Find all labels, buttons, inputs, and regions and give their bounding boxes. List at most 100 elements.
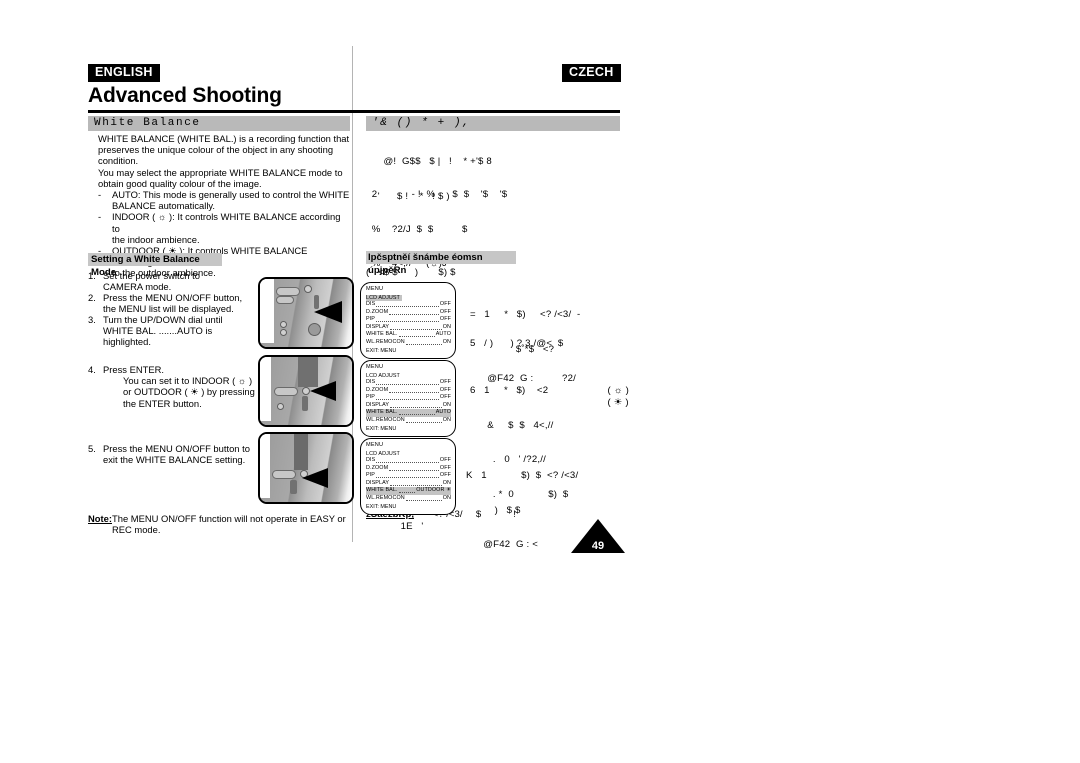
- enter-button: [302, 396, 308, 411]
- camera-hole-3: [280, 329, 287, 336]
- menu-value: ON: [442, 401, 451, 408]
- czech-step-line: & $ $ 4<,//: [470, 419, 554, 431]
- menu-title: MENU: [366, 442, 384, 448]
- pointer-arrow: [302, 468, 328, 488]
- camera-button-oval-2: [276, 296, 294, 304]
- menu-dots: [376, 472, 439, 479]
- intro-line: obtain good quality colour of the image.: [98, 177, 262, 189]
- menu-label: D.ZOOM: [366, 386, 389, 393]
- outdoor-icon: ( ☀ ): [607, 396, 629, 408]
- menu-item-dis[interactable]: DIS OFF: [366, 457, 451, 465]
- menu-dots: [405, 339, 442, 345]
- menu-item-lcd-adjust[interactable]: LCD ADJUST: [366, 451, 451, 458]
- step-4: 4. Press ENTER. You can set it to INDOOR…: [88, 364, 258, 409]
- menu-value: ON: [442, 494, 451, 501]
- czech-step-line: 6 1 * $) <2: [470, 385, 549, 396]
- step-text: Press the MENU ON/OFF button, the MENU l…: [103, 292, 258, 314]
- menu-label: WHITE BAL.: [366, 331, 398, 338]
- intro-line: WHITE BALANCE (WHITE BAL.) is a recordin…: [98, 133, 350, 144]
- step-sub-line: You can set it to INDOOR ( ☼ ): [123, 375, 253, 387]
- czech-body-line: 2 - ! % $ $ '$ '$: [366, 189, 508, 200]
- step-number: 5.: [88, 443, 96, 454]
- bullet-line: AUTO: This mode is generally used to con…: [112, 189, 350, 201]
- menu-label: DIS: [366, 457, 376, 464]
- czech-body-line: % ?2/J $ $ $: [366, 223, 468, 235]
- sub-heading-english: Setting a White Balance Mode: [88, 253, 222, 278]
- camcorder-photo-3: [258, 432, 354, 504]
- menu-label: PIP: [366, 472, 375, 479]
- menu-item-dis[interactable]: DIS OFF: [366, 379, 451, 387]
- menu-value: OFF: [439, 472, 451, 479]
- menu-item-display[interactable]: DISPLAY ON: [366, 324, 451, 332]
- menu-label: DISPLAY: [366, 401, 390, 408]
- step-line: Press ENTER.: [103, 364, 164, 375]
- menu-label: PIP: [366, 316, 375, 323]
- menu-title: MENU: [366, 286, 384, 292]
- menu-value: OFF: [439, 301, 451, 308]
- photo-edge: [260, 279, 274, 343]
- menu-label: PIP: [366, 394, 375, 401]
- menu-value: OFF: [439, 386, 451, 393]
- menu-item-pip[interactable]: PIP OFF: [366, 394, 451, 402]
- manual-page: ENGLISH CZECH Advanced Shooting White Ba…: [0, 0, 1080, 763]
- menu-item-white-bal[interactable]: WHITE BAL. OUTDOOR ☀: [366, 487, 451, 495]
- lcd-menu-screen-3: MENU LCD ADJUST DIS OFF D.ZOOM OFF PIP O…: [360, 438, 456, 515]
- menu-item-wl-remocon[interactable]: WL.REMOCON ON: [366, 417, 451, 425]
- menu-item-white-bal[interactable]: WHITE BAL. AUTO: [366, 331, 451, 339]
- menu-value: ON: [442, 416, 451, 423]
- step-text: Turn the UP/DOWN dial until WHITE BAL. .…: [103, 314, 258, 348]
- menu-item-display[interactable]: DISPLAY ON: [366, 480, 451, 488]
- bullet-dash: -: [98, 189, 102, 201]
- language-badge-czech: CZECH: [562, 64, 621, 82]
- menu-label: WHITE BAL.: [366, 487, 398, 494]
- czech-step-line: @F42 G : <: [466, 539, 539, 550]
- menu-item-wl-remocon[interactable]: WL.REMOCON ON: [366, 339, 451, 347]
- step-number: 4.: [88, 364, 96, 375]
- menu-value: OUTDOOR ☀: [416, 487, 451, 494]
- menu-item-lcd-adjust[interactable]: LCD ADJUST: [366, 373, 451, 380]
- step-sub-line: or OUTDOOR ( ☀ ) by pressing: [123, 386, 255, 398]
- menu-dots: [405, 417, 442, 423]
- step-5: 5. Press the MENU ON/OFF button to exit …: [88, 443, 258, 465]
- menu-item-white-bal[interactable]: WHITE BAL. AUTO: [366, 409, 451, 417]
- pointer-arrow: [310, 381, 336, 401]
- menu-dots: [389, 309, 439, 315]
- menu-label: D.ZOOM: [366, 464, 389, 471]
- menu-item-wl-remocon[interactable]: WL.REMOCON ON: [366, 495, 451, 503]
- bullet-indoor: - INDOOR ( ☼ ): It controls WHITE BALANC…: [98, 211, 350, 245]
- intro-line: You may select the appropriate WHITE BAL…: [98, 166, 343, 178]
- menu-dots: [390, 324, 442, 330]
- czech-note-text-2: 1E ': [392, 521, 424, 532]
- note-text: The MENU ON/OFF function will not operat…: [112, 513, 350, 535]
- camera-button-oval: [276, 287, 300, 296]
- step-line: Turn the UP/DOWN dial until: [103, 314, 223, 325]
- step-text: Press ENTER. You can set it to INDOOR ( …: [103, 364, 258, 409]
- step-text: Set the power switch to CAMERA mode.: [103, 270, 258, 292]
- menu-dots: [389, 465, 439, 471]
- menu-item-dzoom[interactable]: D.ZOOM OFF: [366, 309, 451, 317]
- menu-item-dzoom[interactable]: D.ZOOM OFF: [366, 465, 451, 473]
- menu-item-pip[interactable]: PIP OFF: [366, 472, 451, 480]
- step-line: WHITE BAL. .......AUTO is highlighted.: [103, 325, 213, 348]
- menu-item-pip[interactable]: PIP OFF: [366, 316, 451, 324]
- step-1: 1. Set the power switch to CAMERA mode.: [88, 270, 258, 292]
- note-label: Note:: [88, 513, 112, 524]
- menu-dots: [376, 379, 439, 386]
- page-number: 49: [591, 540, 605, 552]
- menu-label: DIS: [366, 379, 376, 386]
- menu-item-dzoom[interactable]: D.ZOOM OFF: [366, 387, 451, 395]
- bullet-dash: -: [98, 211, 102, 223]
- menu-dots: [405, 495, 442, 501]
- menu-item-lcd-adjust[interactable]: LCD ADJUST: [366, 294, 402, 302]
- czech-step-line: K 1 $) $ <? /<3/: [466, 470, 579, 481]
- lcd-menu-screen-1: MENU LCD ADJUST DIS OFF D.ZOOM OFF PIP O…: [360, 282, 456, 359]
- menu-dots: [398, 331, 435, 338]
- camera-button-oval: [272, 470, 296, 479]
- czech-sub-line: ( <$ $ ) $) $: [366, 267, 456, 278]
- menu-exit-label: EXIT: MENU: [366, 504, 397, 511]
- sub-heading-czech: lpčsptněí šnámbe éomsn úpjpěRn: [366, 251, 516, 276]
- menu-item-display[interactable]: DISPLAY ON: [366, 402, 451, 410]
- menu-item-dis[interactable]: DIS OFF: [366, 301, 451, 309]
- menu-dots: [390, 480, 442, 486]
- intro-line: preserves the unique colour of the objec…: [98, 144, 334, 156]
